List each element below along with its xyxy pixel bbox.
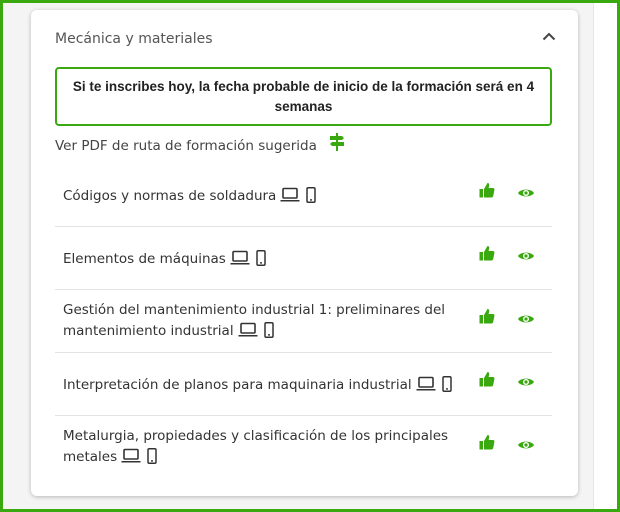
eye-icon[interactable] [517,184,535,203]
thumbs-up-icon[interactable] [479,434,495,454]
eye-icon[interactable] [517,310,535,329]
course-name: Interpretación de planos para maquinaria… [63,375,458,399]
section-title: Mecánica y materiales [55,31,213,47]
thumbs-up-icon[interactable] [479,245,495,265]
course-name: Códigos y normas de soldadura [63,186,458,210]
signpost-icon [329,133,345,155]
chevron-up-icon[interactable] [539,26,559,46]
section-header[interactable]: Mecánica y materiales [31,10,578,66]
course-name: Gestión del mantenimiento industrial 1: … [63,300,458,345]
list-item: Gestión del mantenimiento industrial 1: … [55,290,552,353]
eye-icon[interactable] [517,373,535,392]
eye-icon[interactable] [517,436,535,455]
course-label: Códigos y normas de soldadura [63,188,277,204]
right-panel-strip [593,3,617,509]
section-card: Mecánica y materiales Si te inscribes ho… [31,10,578,496]
list-item: Elementos de máquinas [55,227,552,290]
mobile-icon [254,250,268,273]
laptop-icon [230,250,250,273]
mobile-icon [262,322,276,345]
course-name: Elementos de máquinas [63,249,458,273]
laptop-icon [121,448,141,471]
course-name: Metalurgia, propiedades y clasificación … [63,426,458,471]
mobile-icon [145,448,159,471]
start-date-notice: Si te inscribes hoy, la fecha probable d… [55,67,552,126]
laptop-icon [416,376,436,399]
course-label: Interpretación de planos para maquinaria… [63,377,412,393]
course-list: Códigos y normas de soldadura Elementos … [55,164,552,479]
mobile-icon [440,376,454,399]
thumbs-up-icon[interactable] [479,371,495,391]
thumbs-up-icon[interactable] [479,308,495,328]
pdf-route-link[interactable]: Ver PDF de ruta de formación sugerida [55,138,317,154]
laptop-icon [280,187,300,210]
pdf-route-row: Ver PDF de ruta de formación sugerida [55,133,345,159]
list-item: Metalurgia, propiedades y clasificación … [55,416,552,479]
thumbs-up-icon[interactable] [479,182,495,202]
course-label: Elementos de máquinas [63,251,226,267]
list-item: Interpretación de planos para maquinaria… [55,353,552,416]
eye-icon[interactable] [517,247,535,266]
mobile-icon [304,187,318,210]
list-item: Códigos y normas de soldadura [55,164,552,227]
laptop-icon [238,322,258,345]
